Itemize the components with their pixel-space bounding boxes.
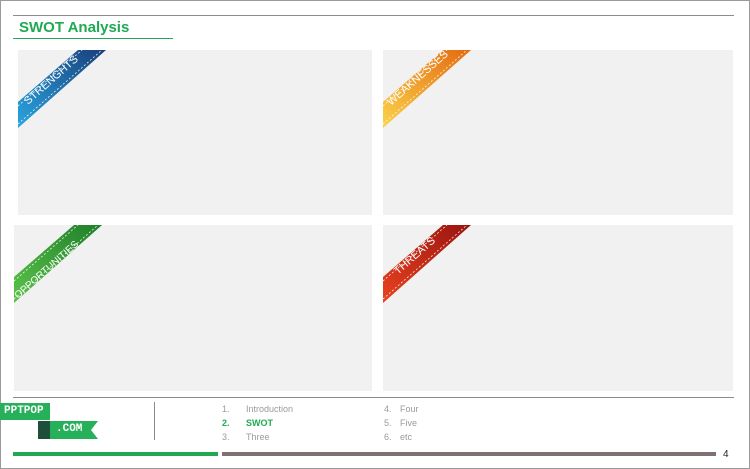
nav-item-swot[interactable]: 2. SWOT [222, 418, 273, 428]
logo-bottom-text: .COM [56, 423, 83, 435]
quadrant-threats[interactable]: THREATS [383, 225, 733, 391]
threats-ribbon: THREATS [383, 225, 471, 303]
quadrant-strengths[interactable]: STRENGHTS [18, 50, 372, 215]
logo-fold [38, 421, 50, 439]
logo-top: PPTPOP [0, 403, 50, 420]
nav-item-introduction[interactable]: 1. Introduction [222, 404, 293, 414]
page-title: SWOT Analysis [19, 19, 130, 36]
nav-item-three[interactable]: 3. Three [222, 432, 270, 442]
nav-label: etc [400, 432, 413, 442]
nav-number: 4. [384, 404, 392, 414]
strengths-label: STRENGHTS [22, 53, 81, 107]
nav-item-five[interactable]: 5. Five [384, 418, 417, 428]
nav-label: SWOT [246, 418, 273, 428]
nav-number: 2. [222, 418, 230, 428]
nav-item-etc[interactable]: 6. etc [384, 432, 412, 442]
top-divider [13, 15, 734, 16]
nav-number: 6. [384, 432, 392, 442]
weaknesses-ribbon: WEAKNESSES [383, 50, 471, 128]
nav-number: 1. [222, 404, 230, 414]
nav-label: Three [246, 432, 270, 442]
nav-label: Five [400, 418, 418, 428]
nav-number: 3. [222, 432, 230, 442]
logo-top-text: PPTPOP [4, 405, 44, 417]
progress-bar-remaining [222, 452, 716, 456]
strengths-ribbon: STRENGHTS [18, 50, 106, 128]
nav-label: Introduction [246, 404, 294, 414]
nav-item-four[interactable]: 4. Four [384, 404, 419, 414]
opportunities-ribbon: OPPORTUNITIES [14, 225, 102, 303]
quadrant-opportunities[interactable]: OPPORTUNITIES [14, 225, 372, 391]
progress-bar-complete [13, 452, 218, 456]
logo-bottom-ribbon: .COM [50, 421, 98, 439]
nav-number: 5. [384, 418, 392, 428]
title-underline [13, 38, 173, 39]
bottom-divider [13, 397, 734, 398]
nav-label: Four [400, 404, 419, 414]
weaknesses-label: WEAKNESSES [385, 50, 451, 108]
page-number: 4 [723, 449, 729, 460]
footer-divider [154, 402, 155, 440]
quadrant-weaknesses[interactable]: WEAKNESSES [383, 50, 733, 215]
